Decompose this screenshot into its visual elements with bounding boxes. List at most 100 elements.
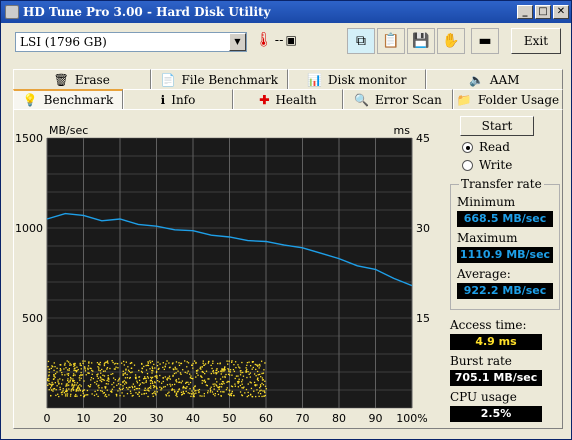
- tab-file-benchmark[interactable]: 📄 File Benchmark: [150, 69, 288, 89]
- tab-disk-monitor[interactable]: 📊 Disk monitor: [288, 69, 426, 89]
- access-time-point: [247, 370, 249, 373]
- access-time-point: [102, 392, 104, 394]
- access-time-point: [123, 364, 125, 366]
- access-time-point: [118, 387, 121, 390]
- minimize-button[interactable]: _: [517, 5, 533, 19]
- access-time-value: 4.9 ms: [450, 334, 542, 350]
- copy-icon[interactable]: ⧉: [347, 28, 375, 54]
- access-time-point: [217, 386, 219, 388]
- read-label: Read: [479, 140, 510, 154]
- access-time-point: [255, 375, 257, 377]
- access-time-point: [158, 381, 160, 383]
- access-time-point: [63, 392, 65, 394]
- access-time-point: [51, 383, 53, 386]
- access-time-point: [260, 376, 262, 378]
- access-time-point: [257, 377, 259, 380]
- access-time-point: [65, 385, 67, 387]
- close-button[interactable]: ✕: [553, 5, 569, 19]
- tab-row-2: 💡 Benchmark ℹ Info ✚ Health 🔍 Error Scan…: [13, 89, 563, 109]
- access-time-point: [176, 368, 178, 370]
- access-time-point: [165, 395, 168, 397]
- title-bar: HD Tune Pro 3.00 - Hard Disk Utility _ □…: [1, 1, 571, 23]
- app-window: HD Tune Pro 3.00 - Hard Disk Utility _ □…: [0, 0, 572, 440]
- copy-text-icon[interactable]: 📋: [377, 28, 405, 54]
- access-time-point: [198, 388, 201, 391]
- access-time-point: [234, 385, 236, 387]
- access-time-point: [186, 372, 188, 374]
- access-time-point: [249, 365, 252, 367]
- access-time-point: [65, 367, 67, 369]
- access-time-point: [87, 372, 90, 374]
- tab-erase[interactable]: 🗑 Erase: [13, 69, 151, 89]
- read-radio[interactable]: Read: [462, 140, 560, 154]
- access-time-point: [199, 366, 202, 368]
- access-time-point: [54, 366, 56, 368]
- access-time-point: [135, 392, 137, 394]
- access-time-point: [206, 392, 209, 394]
- access-time-point: [85, 394, 87, 396]
- access-time-point: [115, 362, 117, 365]
- access-time-point: [191, 390, 193, 392]
- access-time-point: [100, 372, 102, 374]
- access-time-point: [212, 393, 215, 395]
- access-time-point: [117, 383, 120, 385]
- drive-select[interactable]: LSI (1796 GB) ▼: [15, 32, 247, 52]
- access-time-point: [144, 376, 146, 378]
- tab-folder-usage[interactable]: 📁 Folder Usage: [453, 89, 563, 109]
- tab-health[interactable]: ✚ Health: [233, 89, 343, 109]
- access-time-point: [156, 388, 158, 390]
- access-time-point: [195, 369, 198, 372]
- access-time-point: [107, 374, 109, 377]
- write-radio[interactable]: Write: [462, 158, 560, 172]
- access-time-point: [254, 384, 256, 386]
- access-time-point: [104, 387, 107, 389]
- access-time-point: [95, 383, 98, 385]
- access-time-point: [213, 385, 215, 387]
- exit-button[interactable]: Exit: [511, 28, 561, 54]
- access-time-point: [201, 395, 203, 397]
- tab-aam[interactable]: 🔈 AAM: [425, 69, 563, 89]
- options-icon[interactable]: ✋: [437, 28, 465, 54]
- access-time-point: [87, 394, 89, 396]
- access-time-point: [115, 395, 118, 397]
- maximize-button[interactable]: □: [535, 5, 551, 19]
- access-time-point: [166, 384, 169, 386]
- save-icon[interactable]: 💾: [407, 28, 435, 54]
- access-time-point: [73, 369, 75, 372]
- access-time-point: [190, 375, 192, 377]
- access-time-point: [98, 367, 100, 369]
- access-time-point: [146, 376, 149, 378]
- disk-eject-icon[interactable]: ▬: [471, 28, 499, 54]
- access-time-point: [126, 377, 129, 379]
- access-time-point: [59, 369, 61, 372]
- access-time-point: [166, 360, 168, 362]
- access-time-point: [61, 371, 63, 374]
- access-time-point: [241, 379, 244, 381]
- access-time-point: [193, 393, 195, 395]
- access-time-point: [134, 376, 137, 379]
- cpu-usage-section: CPU usage 2.5%: [450, 390, 560, 422]
- access-time-point: [264, 394, 267, 397]
- access-time-point: [97, 389, 99, 391]
- access-time-point: [189, 373, 191, 375]
- tab-info[interactable]: ℹ Info: [123, 89, 233, 109]
- access-time-point: [103, 375, 106, 377]
- access-time-point: [195, 392, 197, 394]
- start-button[interactable]: Start: [460, 116, 534, 136]
- radio-indicator[interactable]: [462, 159, 473, 171]
- access-time-point: [122, 385, 124, 387]
- access-time-point: [103, 379, 105, 381]
- access-time-point: [72, 380, 74, 382]
- chevron-down-icon[interactable]: ▼: [229, 33, 246, 51]
- access-time-point: [54, 376, 56, 378]
- tab-error-scan[interactable]: 🔍 Error Scan: [343, 89, 453, 109]
- access-time-point: [178, 378, 180, 380]
- access-time-point: [172, 375, 174, 377]
- access-time-point: [146, 389, 148, 391]
- temperature-indicator: 🌡 -- ▣: [255, 32, 297, 48]
- access-time-point: [102, 374, 104, 376]
- radio-indicator[interactable]: [462, 141, 473, 153]
- tab-benchmark[interactable]: 💡 Benchmark: [13, 89, 123, 109]
- access-time-point: [50, 367, 52, 369]
- access-time-point: [48, 377, 50, 380]
